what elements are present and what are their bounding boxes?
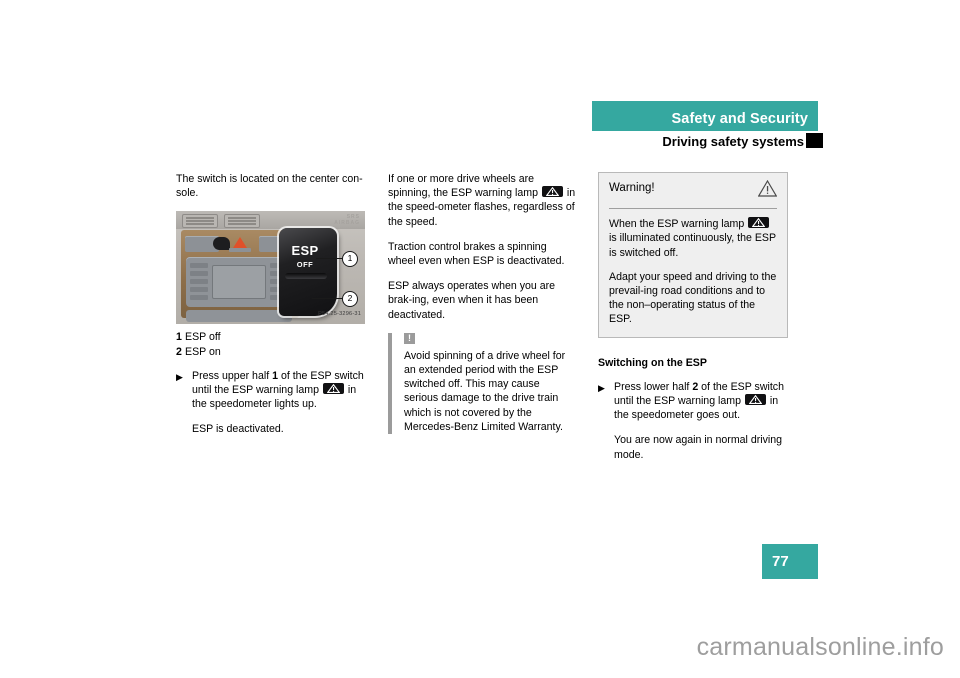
legend-item: 2 ESP on bbox=[176, 345, 365, 359]
esp-flash-paragraph: If one or more drive wheels are spinning… bbox=[388, 172, 576, 229]
warning-box-divider bbox=[609, 208, 777, 210]
head-unit-display bbox=[212, 265, 266, 300]
esp-flash-text-before: If one or more drive wheels are spinning… bbox=[388, 173, 541, 200]
warning-box-header: Warning! bbox=[609, 179, 778, 208]
warning-lamp-paragraph: When the ESP warning lamp is illuminated… bbox=[609, 217, 777, 260]
section-marker-square bbox=[806, 133, 823, 148]
legend-item: 1 ESP off bbox=[176, 330, 365, 344]
esp-warning-lamp-icon bbox=[744, 394, 766, 406]
esp-switch-off-label: OFF bbox=[296, 260, 314, 270]
traction-control-paragraph: Traction control brakes a spinning wheel… bbox=[388, 240, 565, 268]
esp-switch-esp-label: ESP bbox=[291, 243, 319, 259]
step-text: Press upper half 1 of the ESP switch unt… bbox=[192, 369, 365, 412]
upper-button-row bbox=[185, 236, 293, 253]
figure-reference-code: P54.25-3296-31 bbox=[318, 311, 361, 318]
notice-block: Avoid spinning of a drive wheel for an e… bbox=[388, 332, 576, 435]
notice-text: Avoid spinning of a drive wheel for an e… bbox=[404, 349, 566, 433]
header-band-title: Safety and Security bbox=[671, 111, 808, 127]
left-column: The switch is located on the center con-… bbox=[176, 172, 365, 448]
step-result: ESP is deactivated. bbox=[192, 423, 284, 436]
header-band: Safety and Security bbox=[592, 101, 818, 131]
climate-control-panel bbox=[186, 310, 292, 323]
step-result: You are now again in normal driving mode… bbox=[614, 434, 783, 461]
head-unit-keys-left bbox=[190, 263, 208, 301]
head-unit bbox=[186, 257, 292, 308]
callout-marker-2: 2 bbox=[342, 291, 358, 308]
esp-switch-on-console bbox=[213, 237, 230, 251]
warning-text-before: When the ESP warning lamp bbox=[609, 218, 748, 231]
srs-line-2: AIRBAG bbox=[334, 220, 360, 227]
esp-braking-paragraph: ESP always operates when you are brak-in… bbox=[388, 280, 556, 321]
page-number-badge: 77 bbox=[762, 544, 818, 579]
watermark: carmanualsonline.info bbox=[696, 633, 944, 661]
warning-text-after: is illuminated continuously, the ESP is … bbox=[609, 232, 776, 259]
air-vent-left bbox=[182, 214, 218, 229]
legend-number: 2 bbox=[176, 345, 182, 358]
step-activate-esp: ▶ Press lower half 2 of the ESP switch u… bbox=[598, 380, 788, 423]
warning-triangle-icon bbox=[757, 179, 778, 201]
esp-switch-groove bbox=[285, 273, 327, 280]
figure-legend: 1 ESP off 2 ESP on bbox=[176, 330, 365, 358]
intro-paragraph: The switch is located on the center con-… bbox=[176, 173, 363, 200]
right-column: Warning! When the ESP warning lamp is il… bbox=[598, 172, 788, 473]
step-text-before: Press lower half bbox=[614, 380, 693, 393]
warning-box-title: Warning! bbox=[609, 182, 655, 194]
bullet-arrow-icon: ▶ bbox=[598, 382, 605, 393]
hazard-button bbox=[229, 248, 251, 253]
esp-warning-lamp-icon bbox=[322, 383, 344, 395]
air-vent-right bbox=[224, 214, 260, 229]
esp-switch-closeup: ESP OFF bbox=[279, 228, 337, 317]
step-text-before: Press upper half bbox=[192, 369, 273, 382]
manual-page: Safety and Security Driving safety syste… bbox=[0, 0, 960, 678]
step-text: Press lower half 2 of the ESP switch unt… bbox=[614, 380, 788, 423]
legend-label: ESP off bbox=[185, 331, 221, 344]
page-number: 77 bbox=[772, 553, 789, 570]
warning-box: Warning! When the ESP warning lamp is il… bbox=[598, 172, 788, 338]
callout-leader-1 bbox=[316, 258, 342, 260]
exclamation-icon bbox=[404, 332, 415, 344]
legend-number: 1 bbox=[176, 331, 182, 344]
hazard-warning-icon bbox=[233, 237, 247, 249]
esp-warning-lamp-icon bbox=[748, 217, 770, 229]
esp-switch-figure: SRS AIRBAG ESP OFF 1 2 P54.25-3296-31 bbox=[176, 211, 365, 325]
middle-column: If one or more drive wheels are spinning… bbox=[388, 172, 576, 435]
section-title: Driving safety systems bbox=[662, 134, 804, 149]
esp-warning-lamp-icon bbox=[541, 186, 563, 198]
callout-marker-1: 1 bbox=[342, 251, 358, 268]
step-deactivate-esp: ▶ Press upper half 1 of the ESP switch u… bbox=[176, 369, 365, 412]
bullet-arrow-icon: ▶ bbox=[176, 371, 183, 382]
callout-leader-2 bbox=[312, 298, 342, 300]
legend-label: ESP on bbox=[185, 345, 221, 358]
center-console-photo: SRS AIRBAG ESP OFF 1 2 P54.25-3296-31 bbox=[176, 211, 365, 325]
warning-adapt-speed-paragraph: Adapt your speed and driving to the prev… bbox=[609, 270, 777, 326]
srs-airbag-label: SRS AIRBAG bbox=[334, 214, 360, 226]
subheading-switching-on-esp: Switching on the ESP bbox=[598, 356, 707, 369]
